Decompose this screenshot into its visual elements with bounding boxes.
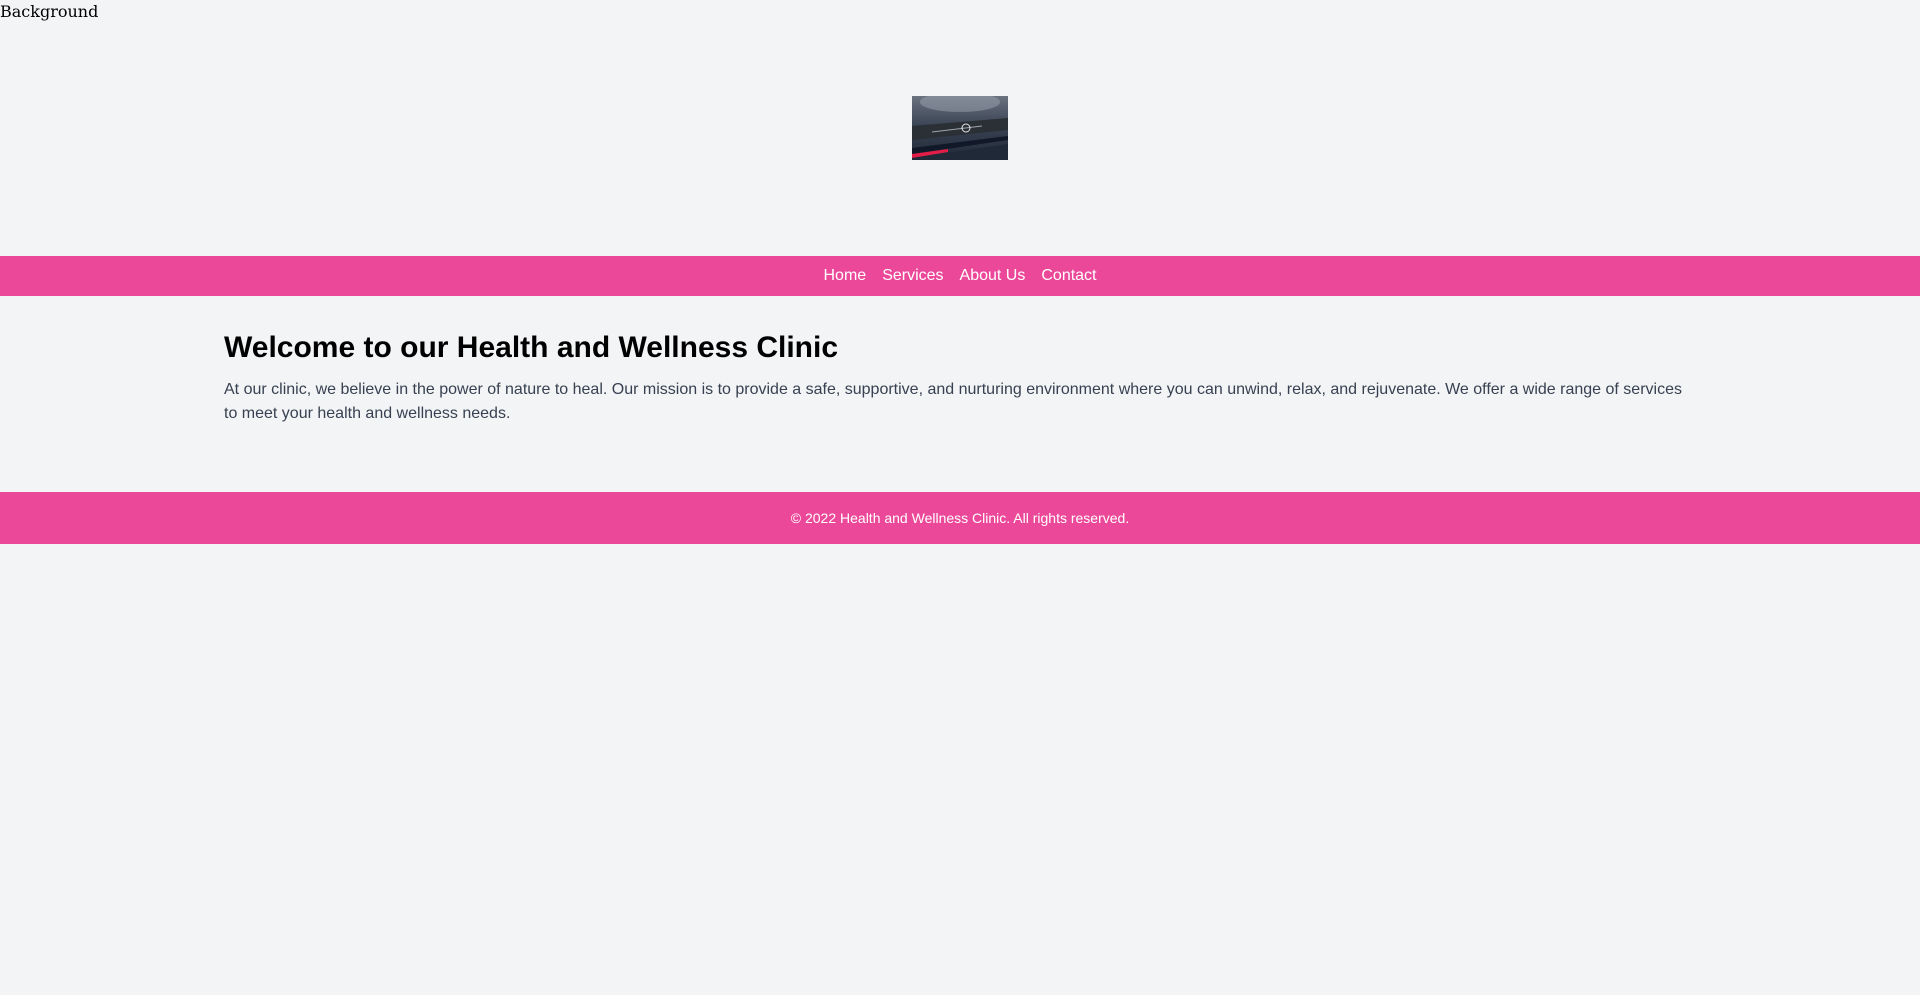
page-title: Welcome to our Health and Wellness Clini… xyxy=(224,331,839,364)
page-footer: © 2022 Health and Wellness Clinic. All r… xyxy=(0,492,1920,544)
intro-paragraph: At our clinic, we believe in the power o… xyxy=(224,381,1682,422)
nav-link-contact[interactable]: Contact xyxy=(1041,266,1096,286)
background-label: Background xyxy=(0,2,99,21)
logo-image xyxy=(912,96,1008,160)
nav-link-home[interactable]: Home xyxy=(824,266,867,286)
nav-link-services[interactable]: Services xyxy=(882,266,943,286)
nav-link-about-us[interactable]: About Us xyxy=(960,266,1026,286)
welcome-section: Welcome to our Health and Wellness Clini… xyxy=(224,328,1696,426)
copyright-text: © 2022 Health and Wellness Clinic. All r… xyxy=(790,510,1130,526)
logo-photo-icon xyxy=(912,96,1008,160)
main-navigation: Home Services About Us Contact xyxy=(0,256,1920,296)
